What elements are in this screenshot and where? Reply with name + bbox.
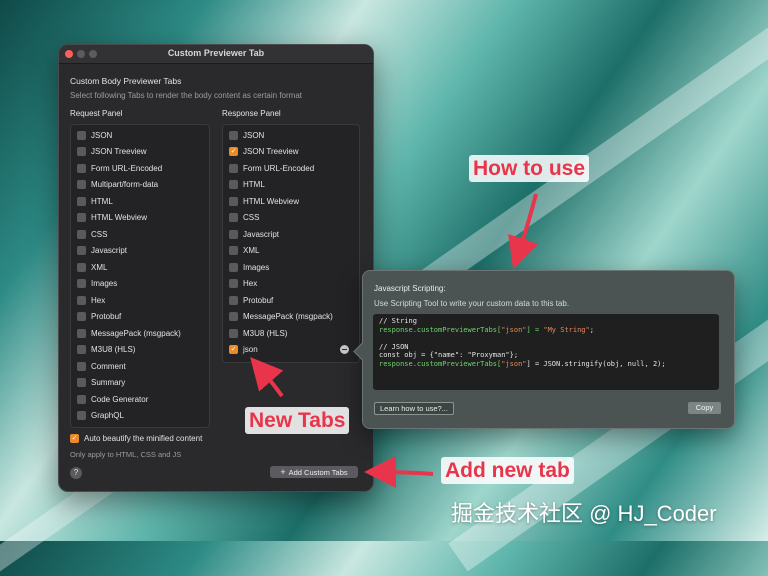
- annotation-arrows: [250, 193, 539, 489]
- arrow-add-new-tab: [364, 456, 434, 489]
- arrow-how-to-use: [508, 193, 539, 270]
- new-tabs-callout: New Tabs: [245, 407, 350, 434]
- how-to-use-callout: How to use: [469, 155, 590, 182]
- watermark: 掘金技术社区 @ HJ_Coder: [451, 501, 717, 526]
- add-new-tab-callout: Add new tab: [441, 457, 574, 484]
- arrow-new-tabs: [250, 356, 284, 398]
